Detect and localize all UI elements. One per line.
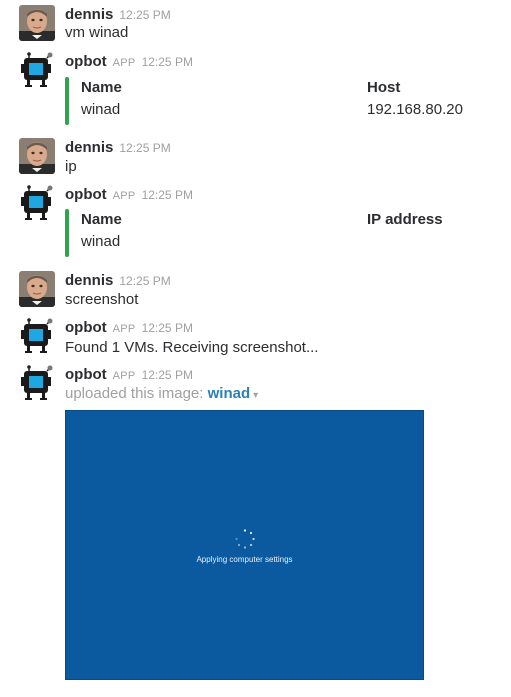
robot-icon [19,318,55,354]
upload-line: uploaded this image: winad ▾ [65,385,258,402]
timestamp[interactable]: 12:25 PM [119,141,170,155]
app-badge: APP [112,323,136,335]
bot-avatar[interactable] [19,318,55,354]
timestamp[interactable]: 12:25 PM [142,321,193,335]
app-badge: APP [112,57,136,69]
timestamp[interactable]: 12:25 PM [119,8,170,22]
timestamp[interactable]: 12:25 PM [142,188,193,202]
attachment: Name winad IP address [65,209,485,257]
bot-avatar[interactable] [19,52,55,88]
author-name[interactable]: dennis [65,139,113,156]
author-name[interactable]: opbot [65,53,107,70]
user-avatar[interactable] [19,5,55,41]
message-text: ip [65,158,77,175]
author-name[interactable]: dennis [65,6,113,23]
app-badge: APP [112,190,136,202]
robot-icon [19,365,55,401]
upload-prefix: uploaded this image: [65,385,204,402]
message-text: Found 1 VMs. Receiving screenshot... [65,339,319,356]
author-name[interactable]: dennis [65,272,113,289]
field-value-name: winad [81,101,121,118]
field-title-name: Name [81,211,122,228]
field-title-host: Host [367,79,401,96]
user-avatar[interactable] [19,138,55,174]
field-value-host: 192.168.80.20 [367,101,463,118]
field-title-ip-address: IP address [367,211,443,228]
app-badge: APP [112,370,136,382]
bot-avatar[interactable] [19,365,55,401]
message-text: screenshot [65,291,139,308]
bot-avatar[interactable] [19,185,55,221]
person-photo-icon [19,5,55,41]
attachment-color-bar [65,77,69,125]
person-photo-icon [19,138,55,174]
message-text: vm winad [65,24,129,41]
field-value-name: winad [81,233,121,250]
attachment-color-bar [65,209,69,257]
timestamp[interactable]: 12:25 PM [119,274,170,288]
file-name-link[interactable]: winad [208,385,251,402]
loading-spinner-icon [235,529,255,549]
author-name[interactable]: opbot [65,319,107,336]
author-name[interactable]: opbot [65,366,107,383]
screenshot-status-text: Applying computer settings [196,555,293,564]
person-photo-icon [19,271,55,307]
attachment: Name winad Host 192.168.80.20 [65,77,485,125]
author-name[interactable]: opbot [65,186,107,203]
robot-icon [19,52,55,88]
field-title-name: Name [81,79,122,96]
uploaded-screenshot-image[interactable]: Applying computer settings [65,410,424,680]
timestamp[interactable]: 12:25 PM [142,368,193,382]
robot-icon [19,185,55,221]
chevron-down-icon[interactable]: ▾ [253,390,258,401]
timestamp[interactable]: 12:25 PM [142,55,193,69]
user-avatar[interactable] [19,271,55,307]
